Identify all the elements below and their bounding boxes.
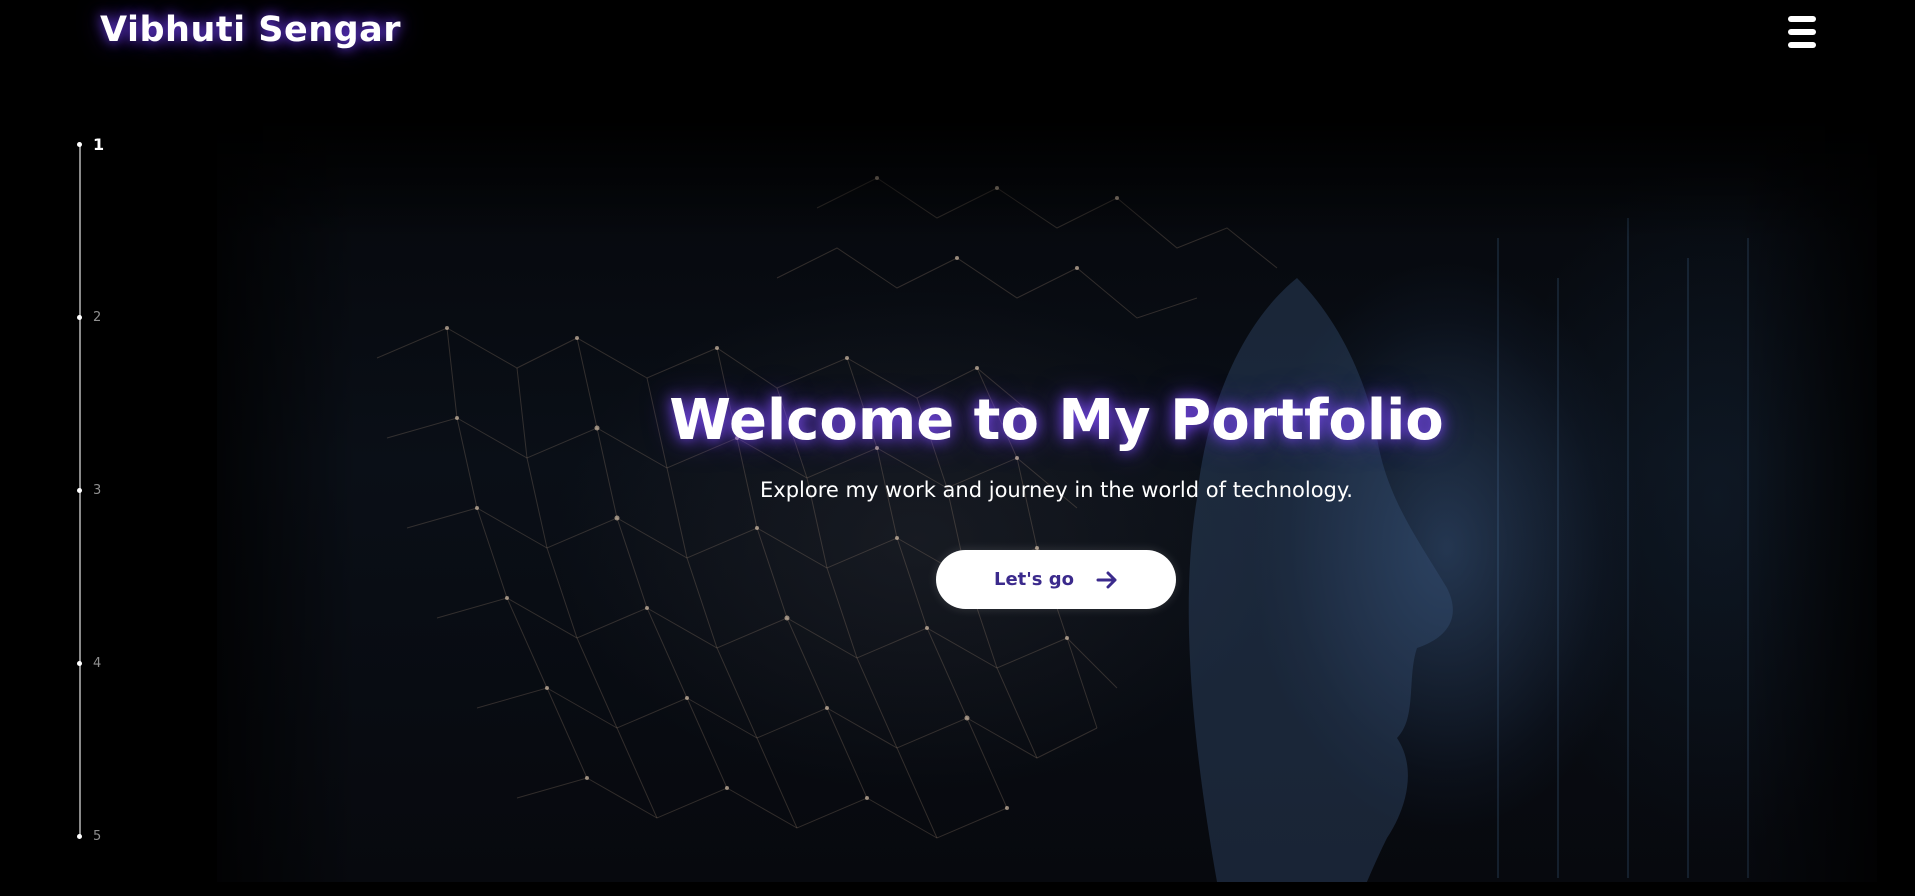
lets-go-button-label: Let's go: [993, 569, 1075, 590]
section-dot-2: [77, 315, 82, 320]
section-nav-item-5[interactable]: 5: [93, 829, 101, 844]
site-brand-logo[interactable]: Vibhuti Sengar: [100, 10, 401, 50]
hamburger-menu-icon[interactable]: [1788, 16, 1816, 48]
section-dot-1: [77, 142, 82, 147]
section-nav-item-2[interactable]: 2: [93, 310, 101, 325]
hero-top-fade: [217, 118, 1877, 238]
page: Vibhuti Sengar 1 2 3 4 5 Welcome to My P…: [0, 0, 1915, 896]
hero-subtitle: Explore my work and journey in the world…: [760, 478, 1353, 502]
section-dot-4: [77, 661, 82, 666]
hero-title: Welcome to My Portfolio: [669, 388, 1444, 453]
arrow-right-icon: [1096, 571, 1118, 589]
section-nav-item-1[interactable]: 1: [93, 135, 104, 154]
lets-go-button[interactable]: Let's go: [936, 550, 1176, 609]
section-nav-item-4[interactable]: 4: [93, 656, 101, 671]
section-dot-5: [77, 834, 82, 839]
